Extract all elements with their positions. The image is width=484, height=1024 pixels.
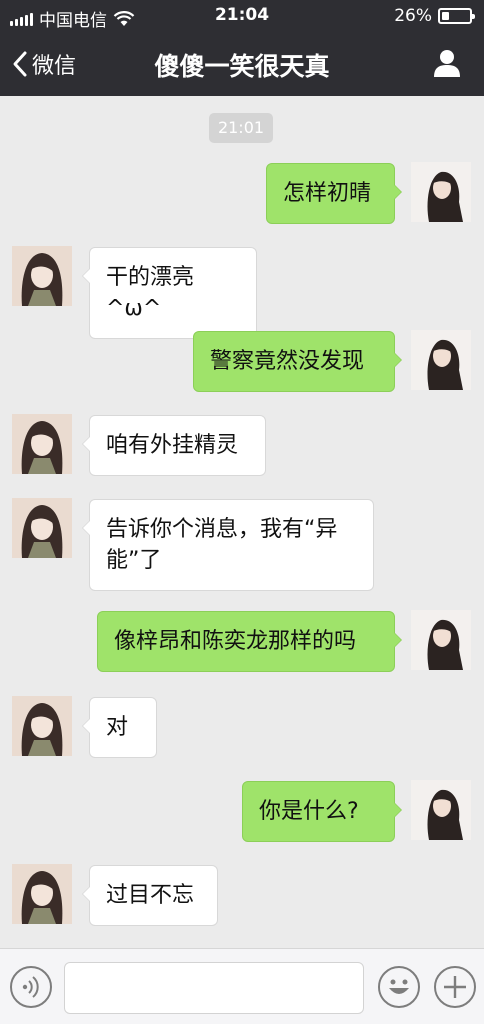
chat-timestamp: 21:01	[209, 113, 273, 143]
outgoing-message[interactable]: 你是什么?	[242, 781, 402, 842]
my-avatar[interactable]	[411, 330, 471, 390]
incoming-message[interactable]: 过目不忘	[82, 865, 218, 926]
battery-icon	[438, 8, 475, 24]
my-avatar[interactable]	[411, 162, 471, 222]
nav-bar: 微信 傻傻一笑很天真	[0, 32, 484, 96]
contact-avatar[interactable]	[12, 414, 72, 474]
person-icon	[434, 50, 460, 77]
contact-avatar[interactable]	[12, 246, 72, 306]
input-bar	[0, 948, 484, 1024]
profile-button[interactable]	[432, 48, 462, 82]
voice-button[interactable]	[10, 966, 52, 1008]
status-right: 26%	[394, 6, 475, 26]
message-input[interactable]	[64, 962, 364, 1014]
contact-avatar[interactable]	[12, 498, 72, 558]
outgoing-message[interactable]: 怎样初晴	[266, 163, 402, 224]
my-avatar[interactable]	[411, 780, 471, 840]
contact-avatar[interactable]	[12, 864, 72, 924]
battery-percent: 26%	[394, 6, 432, 26]
voice-icon	[22, 976, 39, 998]
more-button[interactable]	[434, 966, 476, 1008]
chat-area[interactable]: 21:01 怎样初晴 干的漂亮^ω^ 警察竟然没发现 咱有外挂精灵 告诉你个消息…	[0, 96, 484, 948]
incoming-message[interactable]: 干的漂亮^ω^	[82, 247, 257, 339]
status-bar: 中国电信 21:04 26%	[0, 0, 484, 32]
emoji-button[interactable]	[378, 966, 420, 1008]
incoming-message[interactable]: 咱有外挂精灵	[82, 415, 266, 476]
contact-avatar[interactable]	[12, 696, 72, 756]
outgoing-message[interactable]: 警察竟然没发现	[193, 331, 402, 392]
incoming-message[interactable]: 告诉你个消息，我有“异能”了	[82, 499, 374, 591]
plus-icon	[444, 976, 466, 998]
battery-fill	[442, 12, 449, 20]
outgoing-message[interactable]: 像梓昂和陈奕龙那样的吗	[97, 611, 402, 672]
chat-title: 傻傻一笑很天真	[154, 52, 330, 81]
incoming-message[interactable]: 对	[82, 697, 157, 758]
smiley-icon	[389, 979, 409, 994]
my-avatar[interactable]	[411, 610, 471, 670]
